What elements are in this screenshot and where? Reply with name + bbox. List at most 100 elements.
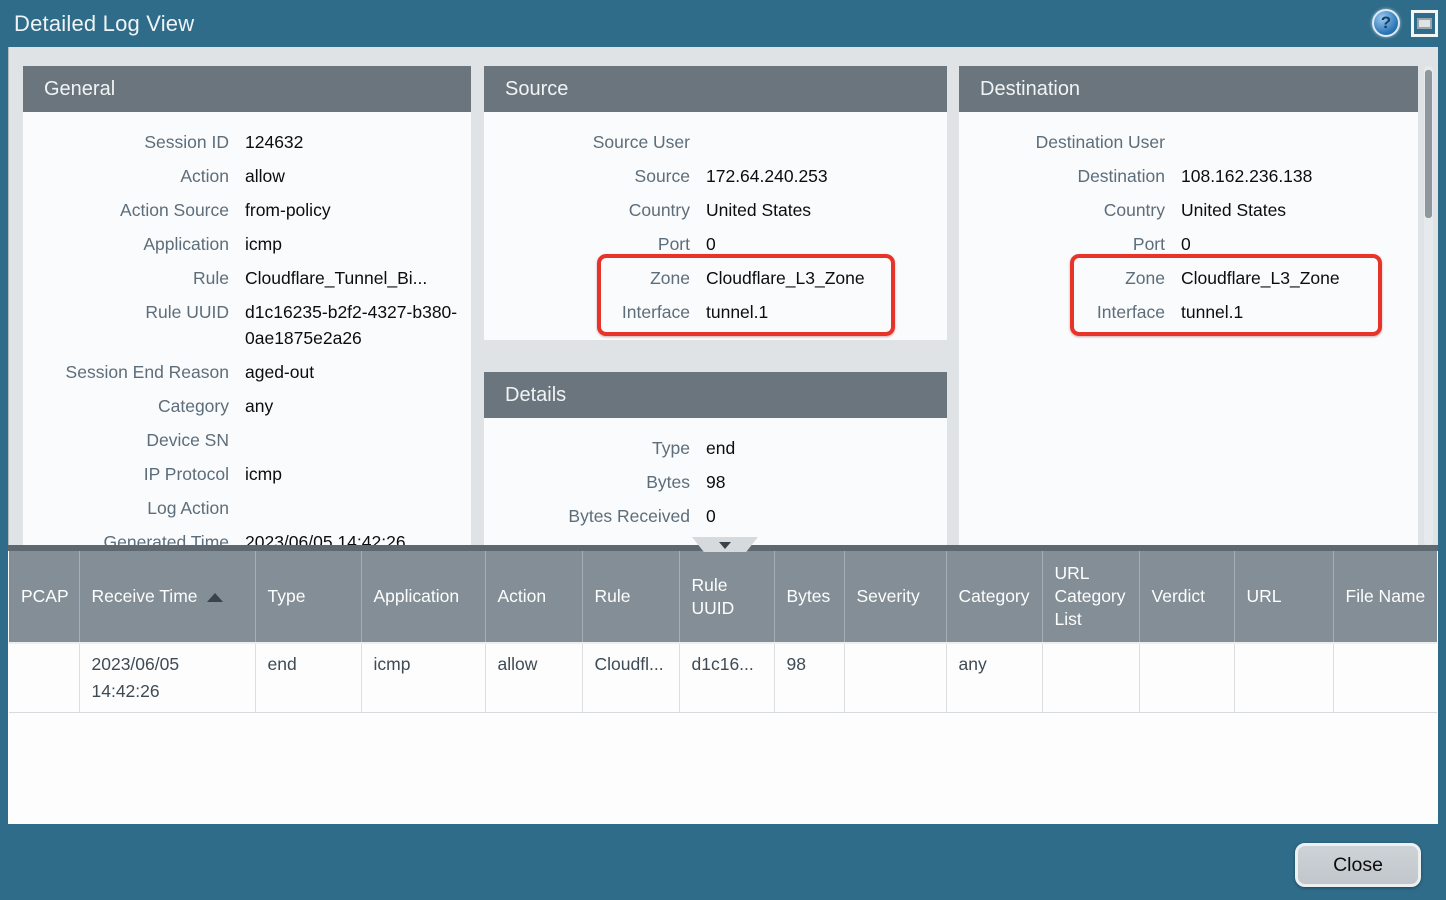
field-label: Rule UUID <box>23 299 229 351</box>
scrollbar-thumb[interactable] <box>1425 70 1432 218</box>
field-value: tunnel.1 <box>1181 299 1418 325</box>
column-header[interactable]: Action <box>485 551 582 643</box>
field-value <box>706 129 947 155</box>
field-value: 172.64.240.253 <box>706 163 947 189</box>
help-icon[interactable]: ? <box>1372 9 1400 37</box>
table-row[interactable]: 2023/06/05 14:42:26endicmpallowCloudfl..… <box>9 643 1437 713</box>
detailed-log-view-dialog: Detailed Log View ? General Session ID 12… <box>0 0 1446 900</box>
field-row: Generated Time 2023/06/05 14:42:26 <box>23 525 471 545</box>
close-button[interactable]: Close <box>1295 843 1421 887</box>
table-cell: icmp <box>361 643 485 713</box>
column-header[interactable]: Verdict <box>1139 551 1234 643</box>
field-label: Type <box>484 435 690 461</box>
field-label: Category <box>23 393 229 419</box>
field-label: Device SN <box>23 427 229 453</box>
field-label: Port <box>484 231 690 257</box>
column-header[interactable]: Rule UUID <box>679 551 774 643</box>
table-cell <box>9 643 79 713</box>
field-label: Session End Reason <box>23 359 229 385</box>
field-row: Source User <box>484 125 947 159</box>
table-cell <box>844 643 946 713</box>
column-header[interactable]: Bytes <box>774 551 844 643</box>
table-cell: 98 <box>774 643 844 713</box>
field-value: Cloudflare_L3_Zone <box>706 265 947 291</box>
field-label: Destination User <box>959 129 1165 155</box>
field-row: Application icmp <box>23 227 471 261</box>
table-cell <box>1139 643 1234 713</box>
field-label: Interface <box>959 299 1165 325</box>
general-panel: General Session ID 124632 Action allow Actio… <box>23 66 471 545</box>
field-row: Bytes Received 0 <box>484 499 947 533</box>
maximize-icon[interactable] <box>1411 10 1438 37</box>
field-row: Typeend <box>484 431 947 465</box>
field-row: Destination 108.162.236.138 <box>959 159 1418 193</box>
field-row: Log Action <box>23 491 471 525</box>
general-panel-header: General <box>23 66 471 112</box>
field-value: 98 <box>706 469 947 495</box>
field-row: Device SN <box>23 423 471 457</box>
field-label: Bytes Received <box>484 503 690 529</box>
field-value: allow <box>245 163 471 189</box>
dialog-title: Detailed Log View <box>14 11 194 37</box>
field-value: icmp <box>245 231 471 257</box>
column-header[interactable]: PCAP <box>9 551 79 643</box>
log-table: PCAPReceive TimeTypeApplicationActionRul… <box>9 551 1437 713</box>
detail-panels-area: General Session ID 124632 Action allow Actio… <box>8 47 1438 545</box>
table-cell <box>1042 643 1139 713</box>
log-table-area: PCAPReceive TimeTypeApplicationActionRul… <box>8 545 1438 824</box>
field-label: Action <box>23 163 229 189</box>
general-panel-body: Session ID 124632 Action allow Action Source… <box>23 112 471 545</box>
column-header[interactable]: Category <box>946 551 1042 643</box>
field-label: Country <box>959 197 1165 223</box>
field-value: 2023/06/05 14:42:26 <box>245 529 471 545</box>
field-value: United States <box>706 197 947 223</box>
field-label: Destination <box>959 163 1165 189</box>
table-cell: 2023/06/05 14:42:26 <box>79 643 255 713</box>
maximize-icon-glyph <box>1417 18 1432 29</box>
column-header[interactable]: Severity <box>844 551 946 643</box>
field-value: 0 <box>706 503 947 529</box>
column-header[interactable]: Receive Time <box>79 551 255 643</box>
table-cell: allow <box>485 643 582 713</box>
field-label: Log Action <box>23 495 229 521</box>
field-value <box>245 427 471 453</box>
field-label: Port <box>959 231 1165 257</box>
field-row: Source172.64.240.253 <box>484 159 947 193</box>
destination-panel: Destination Destination User Destination 1… <box>959 66 1418 545</box>
field-label: Generated Time <box>23 529 229 545</box>
field-value: 0 <box>706 231 947 257</box>
field-row: ZoneCloudflare_L3_Zone <box>959 261 1418 295</box>
field-value: 108.162.236.138 <box>1181 163 1418 189</box>
sort-asc-icon <box>207 593 223 602</box>
column-header[interactable]: File Name <box>1333 551 1437 643</box>
field-label: Rule <box>23 265 229 291</box>
column-header[interactable]: URL <box>1234 551 1333 643</box>
column-header[interactable]: Type <box>255 551 361 643</box>
titlebar-icons: ? <box>1372 9 1438 37</box>
field-label: Country <box>484 197 690 223</box>
titlebar: Detailed Log View ? <box>0 0 1446 47</box>
field-value: 124632 <box>245 129 471 155</box>
table-cell: end <box>255 643 361 713</box>
column-header[interactable]: Application <box>361 551 485 643</box>
chevron-down-icon <box>719 542 731 549</box>
field-label: Application <box>23 231 229 257</box>
field-label: Action Source <box>23 197 229 223</box>
field-value <box>245 495 471 521</box>
field-row: Session ID 124632 <box>23 125 471 159</box>
field-value: 0 <box>1181 231 1418 257</box>
field-row: ZoneCloudflare_L3_Zone <box>484 261 947 295</box>
field-value: d1c16235-b2f2-4327-b380-0ae1875e2a26 <box>245 299 471 351</box>
field-row: IP Protocolicmp <box>23 457 471 491</box>
field-value: from-policy <box>245 197 471 223</box>
field-label: IP Protocol <box>23 461 229 487</box>
column-header[interactable]: URL Category List <box>1042 551 1139 643</box>
table-cell: Cloudfl... <box>582 643 679 713</box>
destination-panel-header: Destination <box>959 66 1418 112</box>
field-value: aged-out <box>245 359 471 385</box>
scrollbar[interactable] <box>1424 66 1433 545</box>
field-label: Interface <box>484 299 690 325</box>
column-header[interactable]: Rule <box>582 551 679 643</box>
field-row: Interface tunnel.1 <box>959 295 1418 329</box>
field-label: Session ID <box>23 129 229 155</box>
